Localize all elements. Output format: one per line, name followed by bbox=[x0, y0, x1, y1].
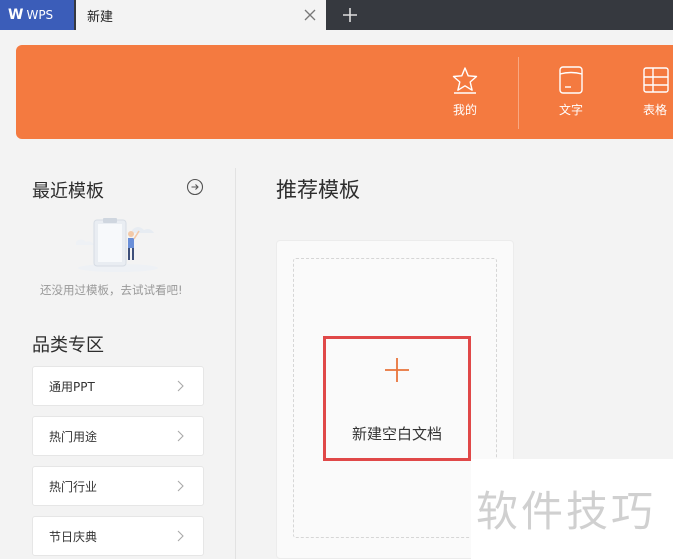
nav-mine[interactable]: 我的 bbox=[440, 65, 490, 118]
nav-mine-label: 我的 bbox=[452, 103, 477, 117]
wps-app-tab[interactable]: W WPS bbox=[0, 0, 74, 30]
category-label: 热门用途 bbox=[49, 429, 98, 444]
star-icon bbox=[452, 67, 478, 94]
empty-state-illustration-icon bbox=[76, 218, 158, 272]
category-label: 节日庆典 bbox=[49, 529, 98, 544]
nav-spreadsheet-label: 表格 bbox=[642, 103, 667, 117]
add-tab-icon[interactable] bbox=[340, 5, 360, 25]
chevron-right-icon bbox=[177, 430, 184, 442]
wps-app-label: WPS bbox=[26, 8, 54, 22]
category-label: 通用PPT bbox=[49, 379, 95, 394]
watermark-text: 软件技巧 bbox=[476, 487, 657, 536]
empty-state-text: 还没用过模板，去试试看吧! bbox=[40, 283, 183, 297]
new-blank-document-label: 新建空白文档 bbox=[351, 425, 442, 443]
category-item-popular-industries[interactable]: 热门行业 bbox=[32, 466, 204, 506]
wps-logo-icon: W bbox=[8, 7, 23, 23]
category-banner: 我的 文字 表格 bbox=[16, 45, 673, 139]
chevron-right-icon bbox=[177, 380, 184, 392]
plus-icon bbox=[385, 358, 409, 382]
arrow-right-circle-icon[interactable] bbox=[186, 178, 204, 196]
tab-bar: W WPS 新建 bbox=[0, 0, 673, 30]
column-divider bbox=[235, 168, 236, 559]
chevron-right-icon bbox=[177, 480, 184, 492]
document-icon bbox=[559, 66, 583, 94]
category-item-holidays[interactable]: 节日庆典 bbox=[32, 516, 204, 556]
nav-spreadsheet[interactable]: 表格 bbox=[630, 65, 673, 118]
category-section-title: 品类专区 bbox=[32, 335, 104, 356]
recommended-templates-title: 推荐模板 bbox=[276, 178, 360, 202]
tab-label: 新建 bbox=[87, 9, 114, 25]
chevron-right-icon bbox=[177, 530, 184, 542]
recent-templates-title: 最近模板 bbox=[32, 181, 104, 202]
tab-new-document[interactable]: 新建 bbox=[76, 0, 326, 30]
nav-writer-label: 文字 bbox=[558, 103, 583, 117]
close-icon[interactable] bbox=[302, 7, 318, 23]
nav-writer[interactable]: 文字 bbox=[546, 65, 596, 118]
category-item-general-ppt[interactable]: 通用PPT bbox=[32, 366, 204, 406]
banner-divider bbox=[518, 57, 519, 129]
category-item-popular-uses[interactable]: 热门用途 bbox=[32, 416, 204, 456]
new-blank-document-button[interactable]: 新建空白文档 bbox=[323, 336, 471, 461]
category-label: 热门行业 bbox=[49, 479, 98, 494]
spreadsheet-icon bbox=[643, 67, 669, 93]
